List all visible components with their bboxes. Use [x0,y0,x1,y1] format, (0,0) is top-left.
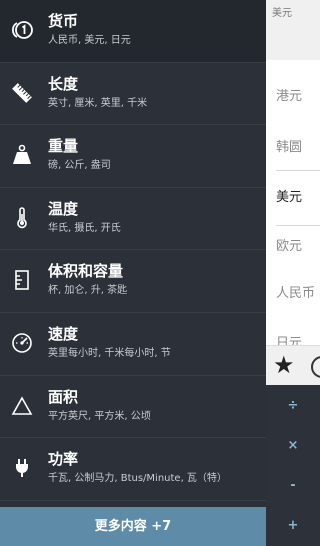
drawer-item-title: 功率 [48,450,79,469]
unit-option[interactable]: 欧元 [276,235,302,254]
unit-picker-list[interactable]: 港元 韩圆 美元 欧元 人民币 日元 [266,60,320,345]
drawer-item-title: 长度 [48,74,79,93]
drawer-item-subtitle: 英里每小时, 千米每小时, 节 [48,347,171,359]
drawer-item-volume[interactable]: 体积和容量 杯, 加仑, 升, 茶匙 [0,250,266,313]
drawer-item-area[interactable]: 面积 平方英尺, 平方米, 公顷 [0,376,266,439]
clock-icon[interactable] [311,356,320,378]
drawer-item-title: 速度 [48,324,79,343]
selection-divider [276,225,320,226]
more-content-button[interactable]: 更多内容 +7 [0,507,266,546]
currency-coin-icon [10,18,34,42]
subtract-button[interactable]: - [266,478,320,493]
unit-option-selected[interactable]: 美元 [276,186,302,205]
ruler-icon [10,81,34,105]
unit-option[interactable]: 日元 [276,332,302,345]
drawer-item-currency[interactable]: 货币 人民币, 美元, 日元 [0,0,266,63]
unit-option[interactable]: 港元 [276,85,302,104]
drawer-item-title: 重量 [48,137,79,156]
drawer-item-subtitle: 华氏, 摄氏, 开氏 [48,222,121,234]
drawer-item-title: 体积和容量 [48,262,124,281]
star-icon[interactable]: ★ [273,351,295,379]
weight-icon [10,143,34,167]
selection-divider [276,170,320,171]
thermometer-icon [10,206,34,230]
unit-option[interactable]: 韩圆 [276,136,302,155]
converter-panel: 美元 港元 韩圆 美元 欧元 人民币 日元 ★ ÷ × - + [266,0,320,546]
drawer-item-subtitle: 千瓦, 公制马力, Btus/Minute, 瓦（特） [48,473,227,485]
plug-icon [10,456,34,480]
favorites-bar: ★ [266,345,320,386]
unit-option[interactable]: 人民币 [276,282,315,301]
drawer-item-weight[interactable]: 重量 磅, 公斤, 盎司 [0,125,266,188]
drawer-item-temperature[interactable]: 温度 华氏, 摄氏, 开氏 [0,188,266,251]
drawer-item-title: 温度 [48,199,79,218]
navigation-drawer: 货币 人民币, 美元, 日元 长度 英寸, 厘米, 英里, 千米 重量 磅, 公… [0,0,266,546]
triangle-area-icon [10,394,34,418]
drawer-item-subtitle: 英寸, 厘米, 英里, 千米 [48,97,148,109]
drawer-item-title: 货币 [48,12,79,30]
drawer-item-subtitle: 人民币, 美元, 日元 [48,35,131,46]
source-unit-header[interactable]: 美元 [266,0,320,60]
divide-button[interactable]: ÷ [266,398,320,413]
drawer-item-subtitle: 磅, 公斤, 盎司 [48,160,111,172]
drawer-item-subtitle: 平方英尺, 平方米, 公顷 [48,410,151,422]
drawer-item-length[interactable]: 长度 英寸, 厘米, 英里, 千米 [0,63,266,126]
container-icon [10,268,34,292]
drawer-item-speed[interactable]: 速度 英里每小时, 千米每小时, 节 [0,313,266,376]
drawer-item-power[interactable]: 功率 千瓦, 公制马力, Btus/Minute, 瓦（特） [0,438,266,501]
drawer-item-title: 面积 [48,387,79,406]
operator-keypad: ÷ × - + [266,385,320,546]
source-unit-label: 美元 [272,8,292,19]
add-button[interactable]: + [266,518,320,533]
multiply-button[interactable]: × [266,438,320,453]
speedometer-icon [10,331,34,355]
drawer-item-subtitle: 杯, 加仑, 升, 茶匙 [48,285,128,297]
